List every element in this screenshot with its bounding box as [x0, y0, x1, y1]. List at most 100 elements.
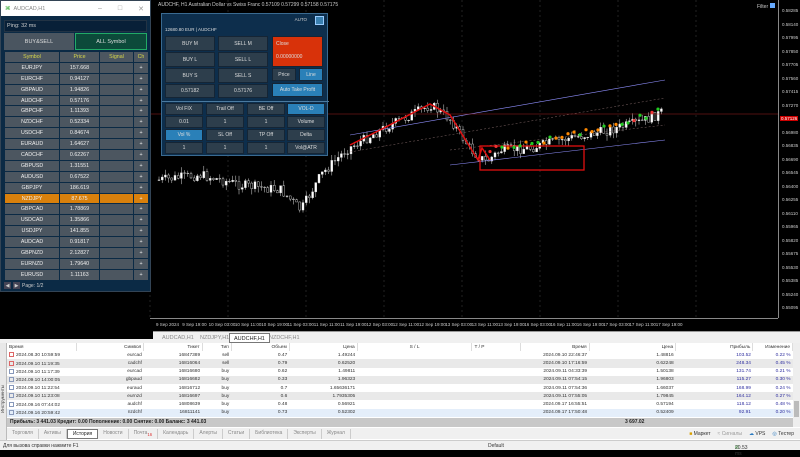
col-header[interactable]: Цена: [289, 343, 358, 352]
symbol-row[interactable]: NZDCHF 0.52334 +: [4, 116, 149, 129]
symbol-name[interactable]: GBPCHF: [4, 105, 60, 118]
price-axis[interactable]: 0.58285 0.58140 0.57995 0.57850 0.57705 0.575…: [778, 0, 800, 318]
history-row[interactable]: 2024.09.10 11:23:08 eurnzd 16816697 buy 0.6 1…: [7, 392, 793, 401]
col-header[interactable]: T / P: [471, 343, 521, 352]
col-header[interactable]: Тип: [202, 343, 232, 352]
symbol-row[interactable]: GBPUSD 1.31551 +: [4, 159, 149, 172]
symbol-name[interactable]: AUDCAD: [4, 236, 60, 249]
history-row[interactable]: 2024.09.10 14:00:05 gbpaud 16816682 buy 0.33…: [7, 375, 793, 384]
symbol-row[interactable]: GBPCHF 1.11393 +: [4, 105, 149, 118]
toolbox-tab[interactable]: Почта16: [129, 428, 159, 439]
maximize-icon[interactable]: □: [118, 5, 122, 13]
add-chart-button[interactable]: +: [133, 192, 149, 205]
market-button[interactable]: ■ Маркет: [689, 431, 710, 437]
symbol-row[interactable]: GBPAUD 1.94826 +: [4, 83, 149, 96]
sl-off-button[interactable]: SL Off: [206, 129, 244, 141]
prev-page-icon[interactable]: ◀: [4, 282, 11, 290]
toolbox-tab[interactable]: Календарь: [158, 428, 195, 439]
toolbox-tab[interactable]: Активы: [39, 428, 67, 439]
chart-tab-nzdjpy[interactable]: NZDJPY,H1: [196, 333, 233, 343]
scrollbar-thumb[interactable]: [794, 401, 799, 417]
minimize-panel-button[interactable]: [315, 16, 324, 25]
vps-button[interactable]: ☁ VPS: [749, 431, 765, 437]
toolbox-tab[interactable]: Эксперты: [288, 428, 322, 439]
sell-s-button[interactable]: SELL S: [218, 68, 268, 83]
symbol-row[interactable]: AUDUSD 0.67522 +: [4, 170, 149, 183]
toolbox-tab[interactable]: Новости: [98, 428, 129, 439]
symbol-name[interactable]: EURAUD: [4, 138, 60, 151]
col-header[interactable]: Цена: [589, 343, 677, 352]
col-header[interactable]: Тикет: [143, 343, 203, 352]
symbol-name[interactable]: EURNZD: [4, 257, 60, 270]
toolbox-tab[interactable]: История: [66, 428, 99, 439]
symbol-row[interactable]: EURNZD 1.79640 +: [4, 257, 149, 270]
symbol-row[interactable]: USDJPY 141.855 +: [4, 225, 149, 238]
add-chart-button[interactable]: +: [133, 225, 149, 238]
symbol-row[interactable]: EURAUD 1.64627 +: [4, 138, 149, 151]
sell-l-button[interactable]: SELL L: [218, 52, 268, 67]
add-chart-button[interactable]: +: [133, 257, 149, 270]
add-chart-button[interactable]: +: [133, 138, 149, 151]
add-chart-button[interactable]: +: [133, 236, 149, 249]
trail-input[interactable]: 1: [206, 116, 244, 128]
symbol-row[interactable]: USDCHF 0.84674 +: [4, 127, 149, 140]
toolbox-side-label[interactable]: Инструменты: [0, 343, 7, 440]
add-chart-button[interactable]: +: [133, 170, 149, 183]
be-off-button[interactable]: BE Off: [247, 103, 285, 115]
sell-m-button[interactable]: SELL M: [218, 36, 268, 51]
next-page-icon[interactable]: ▶: [13, 282, 20, 290]
toolbox-tab[interactable]: Журнал: [322, 428, 351, 439]
symbol-name[interactable]: GBPAUD: [4, 83, 60, 96]
symbol-name[interactable]: USDCHF: [4, 127, 60, 140]
add-chart-button[interactable]: +: [133, 83, 149, 96]
trail-off-button[interactable]: Trail Off: [206, 103, 244, 115]
col-header[interactable]: Объем: [231, 343, 290, 352]
symbol-name[interactable]: USDCAD: [4, 214, 60, 227]
close-icon[interactable]: ✕: [138, 5, 144, 13]
toolbox-tab[interactable]: Торговля: [7, 428, 39, 439]
line-button[interactable]: Line: [299, 68, 323, 81]
add-chart-button[interactable]: +: [133, 214, 149, 227]
price-button[interactable]: Price: [272, 68, 296, 81]
add-chart-button[interactable]: +: [133, 181, 149, 194]
toolbox-tab[interactable]: Библиотека: [250, 428, 289, 439]
auto-take-profit-button[interactable]: Auto Take Profit: [272, 83, 323, 97]
be-input[interactable]: 1: [247, 116, 285, 128]
col-header[interactable]: S / L: [357, 343, 473, 352]
symbol-name[interactable]: EURJPY: [4, 61, 60, 74]
symbol-name[interactable]: GBPJPY: [4, 181, 60, 194]
symbol-row[interactable]: CADCHF 0.62267 +: [4, 149, 149, 161]
add-chart-button[interactable]: +: [133, 159, 149, 172]
add-chart-button[interactable]: +: [133, 203, 149, 216]
filter-button[interactable]: Filter: [757, 3, 775, 10]
buy-l-button[interactable]: BUY L: [165, 52, 215, 67]
buy-s-button[interactable]: BUY S: [165, 68, 215, 83]
symbol-row[interactable]: USDCAD 1.35866 +: [4, 214, 149, 227]
symbol-row[interactable]: AUDCHF 0.57176 +: [4, 94, 149, 107]
chart-tab-audchf[interactable]: AUDCHF,H1: [229, 333, 270, 343]
tester-button[interactable]: ◎ Тестер: [772, 431, 794, 437]
buysell-button[interactable]: BUY&SELL: [4, 33, 74, 50]
symbol-name[interactable]: NZDJPY: [4, 192, 60, 205]
symbol-row[interactable]: NZDJPY 87.675 +: [4, 192, 149, 205]
history-row[interactable]: 2024.09.16 20:59:42 nzdchf 16811141 buy 0.73…: [7, 408, 793, 417]
symbol-row[interactable]: EURCHF 0.94127 +: [4, 72, 149, 85]
minimize-icon[interactable]: –: [98, 5, 102, 13]
signals-button[interactable]: ≈ Сигналы: [718, 431, 742, 437]
symbol-row[interactable]: GBPNZD 2.12827 +: [4, 247, 149, 259]
add-chart-button[interactable]: +: [133, 72, 149, 85]
vertical-scrollbar[interactable]: [793, 343, 800, 427]
col-header[interactable]: Прибыль: [675, 343, 754, 352]
buy-m-button[interactable]: BUY M: [165, 36, 215, 51]
symbol-name[interactable]: CADCHF: [4, 149, 60, 161]
symbol-name[interactable]: USDJPY: [4, 225, 60, 238]
col-header[interactable]: Изменение: [752, 343, 793, 352]
symbol-name[interactable]: EURCHF: [4, 72, 60, 85]
symbol-name[interactable]: EURUSD: [4, 268, 60, 281]
close-button[interactable]: Close 0.00000000: [272, 36, 323, 67]
symbol-row[interactable]: AUDCAD 0.91817 +: [4, 236, 149, 249]
chart-tab-nzdchf[interactable]: NZDCHF,H1: [265, 333, 304, 343]
add-chart-button[interactable]: +: [133, 247, 149, 259]
history-row[interactable]: 2024.09.10 11:17:39 eurcad 16816680 buy 0.62…: [7, 368, 793, 376]
history-row[interactable]: 2024.09.16 07:44:02 audchf 16808639 buy 0.48…: [7, 400, 793, 408]
